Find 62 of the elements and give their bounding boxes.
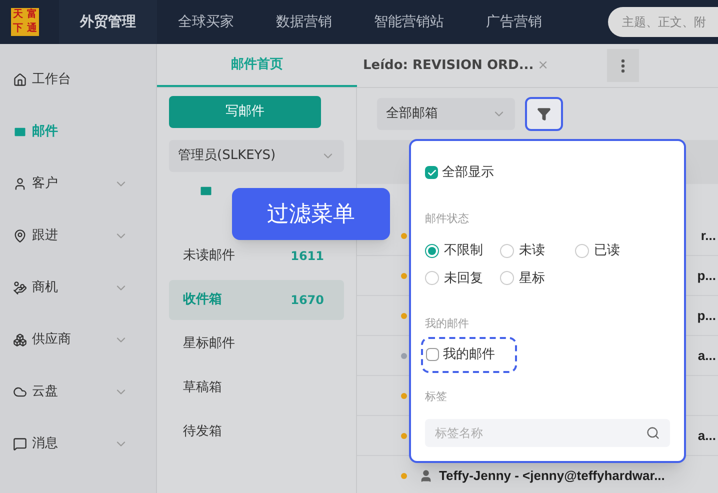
sidebar-item[interactable]: 云盘: [0, 366, 156, 418]
sidebar-item[interactable]: 跟进: [0, 210, 156, 262]
tab[interactable]: Leído: REVISION ORD... ×: [357, 44, 555, 87]
section-title: 我的邮件: [425, 316, 470, 332]
status-radio[interactable]: 不限制: [425, 241, 500, 260]
nav-tab[interactable]: 全球买家: [157, 0, 255, 44]
location-pin-icon: [13, 229, 27, 243]
nav-tab[interactable]: 广告营销: [465, 0, 563, 44]
radio[interactable]: [425, 244, 439, 258]
filter-button[interactable]: [525, 97, 563, 131]
mail-sender: r...: [700, 226, 717, 245]
mailbox-select[interactable]: 全部邮箱: [377, 98, 515, 130]
radio[interactable]: [500, 271, 514, 286]
nav-tab[interactable]: 数据营销: [255, 0, 353, 44]
mail-sender: a...: [698, 346, 717, 365]
mail-sender: a...: [698, 426, 717, 445]
account-select[interactable]: 管理员(SLKEYS): [169, 140, 344, 172]
radio[interactable]: [500, 244, 514, 258]
logo: 天 富 下 通: [11, 8, 39, 36]
check-icon: [426, 168, 436, 178]
person-icon: [419, 468, 433, 482]
mail-sender: p...: [697, 266, 717, 285]
boxes-icon: [13, 333, 27, 347]
sidebar-item[interactable]: 工作台: [0, 54, 156, 106]
nav-tab[interactable]: 智能营销站: [353, 0, 465, 44]
radio[interactable]: [575, 244, 589, 258]
status-radio[interactable]: 已读: [575, 241, 650, 260]
mail-sender: Teffy-Jenny - <jenny@teffyhardwar...: [439, 466, 665, 485]
radio[interactable]: [425, 271, 439, 286]
message-icon: [13, 437, 27, 451]
user-icon: [13, 177, 27, 191]
sidebar-item[interactable]: 消息: [0, 418, 156, 470]
home-icon: [13, 73, 27, 87]
compose-button[interactable]: 写邮件: [169, 96, 321, 128]
sidebar-item[interactable]: 商机: [0, 262, 156, 314]
my-mail-checkbox[interactable]: 我的邮件: [421, 336, 517, 372]
more-button[interactable]: [606, 49, 639, 82]
filter-icon: [537, 107, 551, 121]
show-all-checkbox[interactable]: 全部显示: [425, 163, 670, 182]
folder-count: 1611: [290, 248, 324, 265]
cloud-icon: [13, 385, 27, 399]
section-title: 标签: [425, 388, 448, 404]
nav-tab[interactable]: 外贸管理: [59, 0, 157, 44]
folder-count: 1670: [290, 292, 324, 309]
tag-search-field[interactable]: 标签名称: [425, 419, 670, 447]
sidebar-item[interactable]: 客户: [0, 158, 156, 210]
status-radio[interactable]: 星标: [500, 268, 575, 288]
status-radio[interactable]: 未回复: [425, 268, 500, 288]
hand-coins-icon: [13, 281, 27, 295]
folder-item[interactable]: 星标邮件: [169, 324, 344, 364]
folder-item[interactable]: 草稿箱: [169, 368, 344, 408]
status-radio[interactable]: 未读: [500, 241, 575, 260]
mail-sender: p...: [697, 306, 717, 325]
section-title: 邮件状态: [425, 210, 470, 226]
folder-item[interactable]: 待发箱: [169, 412, 344, 452]
search-field[interactable]: 主题、正文、附: [608, 7, 718, 37]
search-icon: [646, 426, 660, 440]
checkbox[interactable]: [426, 348, 439, 361]
checkbox[interactable]: [425, 166, 438, 180]
tooltip: 过滤菜单: [232, 188, 390, 240]
sidebar-item[interactable]: 供应商: [0, 314, 156, 366]
more-icon: [620, 58, 625, 72]
